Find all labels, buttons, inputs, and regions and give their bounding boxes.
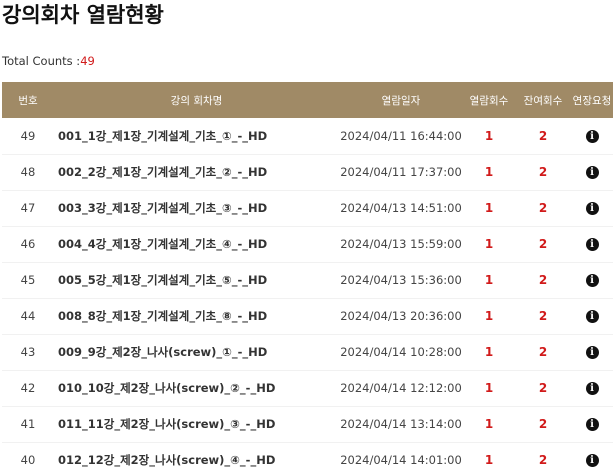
info-circle-icon[interactable]: i — [585, 382, 599, 395]
extension-request-cell: i — [571, 370, 613, 406]
remaining-count: 2 — [538, 201, 548, 215]
view-date: 2024/04/14 10:28:00 — [340, 345, 462, 359]
row-number: 43 — [20, 345, 36, 359]
table-row: 48 002_2강_제1장_기계설계_기초_②_-_HD 2024/04/11 17… — [2, 154, 613, 190]
extension-request-cell: i — [571, 334, 613, 370]
view-count: 1 — [484, 165, 494, 179]
row-number: 46 — [20, 237, 36, 251]
view-date: 2024/04/13 20:36:00 — [340, 309, 462, 323]
session-name: 010_10강_제2장_나사(screw)_②_-_HD — [58, 381, 276, 395]
view-count: 1 — [484, 453, 494, 467]
remaining-count: 2 — [538, 345, 548, 359]
page-title: 강의회차 열람현황 — [2, 3, 164, 27]
row-number: 49 — [20, 128, 36, 143]
col-header-extension-request: 연장요청 — [572, 94, 612, 107]
view-count: 1 — [484, 417, 494, 431]
session-name: 011_11강_제2장_나사(screw)_③_-_HD — [58, 417, 276, 431]
view-count: 1 — [484, 345, 494, 359]
view-date: 2024/04/13 15:36:00 — [340, 273, 462, 287]
row-number: 45 — [20, 273, 36, 287]
info-circle-icon[interactable]: i — [585, 346, 599, 359]
row-number: 48 — [20, 165, 36, 179]
table-row: 49 001_1강_제1장_기계설계_기초_①_-_HD 2024/04/11 16… — [2, 118, 613, 154]
page: 강의회차 열람현황 Total Counts :49 번호 강의 회차명 열람일… — [0, 0, 613, 472]
info-circle-icon[interactable]: i — [585, 202, 599, 215]
extension-request-cell: i — [571, 190, 613, 226]
table-row: 41 011_11강_제2장_나사(screw)_③_-_HD 2024/04/14… — [2, 406, 613, 442]
view-date: 2024/04/14 13:14:00 — [340, 417, 462, 431]
info-circle-icon[interactable]: i — [585, 310, 599, 323]
info-circle-icon[interactable]: i — [585, 274, 599, 287]
session-name: 002_2강_제1장_기계설계_기초_②_-_HD — [58, 165, 268, 179]
info-circle-icon[interactable]: i — [585, 418, 599, 431]
session-name: 003_3강_제1장_기계설계_기초_③_-_HD — [58, 201, 268, 215]
extension-request-cell: i — [571, 118, 613, 154]
extension-request-cell: i — [571, 442, 613, 472]
col-header-view-count: 열람회수 — [469, 94, 509, 107]
view-count: 1 — [484, 381, 494, 395]
info-circle-icon[interactable]: i — [585, 454, 599, 467]
table-row: 47 003_3강_제1장_기계설계_기초_③_-_HD 2024/04/13 14… — [2, 190, 613, 226]
row-number: 42 — [20, 381, 36, 395]
remaining-count: 2 — [538, 417, 548, 431]
extension-request-cell: i — [571, 154, 613, 190]
view-count: 1 — [484, 201, 494, 215]
info-circle-icon[interactable]: i — [585, 238, 599, 251]
row-number: 47 — [20, 201, 36, 215]
col-header-view-date: 열람일자 — [381, 94, 421, 107]
row-number: 40 — [20, 453, 36, 467]
table-row: 44 008_8강_제1장_기계설계_기초_⑧_-_HD 2024/04/13 20… — [2, 298, 613, 334]
info-circle-icon[interactable]: i — [585, 166, 599, 179]
col-header-session-name: 강의 회차명 — [170, 94, 223, 107]
extension-request-cell: i — [571, 406, 613, 442]
session-name: 004_4강_제1장_기계설계_기초_④_-_HD — [58, 237, 268, 251]
view-date: 2024/04/13 15:59:00 — [340, 237, 462, 251]
table-header: 번호 강의 회차명 열람일자 열람회수 잔여회수 연장요청 — [2, 82, 613, 118]
view-date: 2024/04/11 16:44:00 — [340, 128, 462, 143]
remaining-count: 2 — [538, 273, 548, 287]
row-number: 41 — [20, 417, 36, 431]
table-row: 43 009_9강_제2장_나사(screw)_①_-_HD 2024/04/14 … — [2, 334, 613, 370]
extension-request-cell: i — [571, 262, 613, 298]
session-table-wrapper: 번호 강의 회차명 열람일자 열람회수 잔여회수 연장요청 49 001_1강_제… — [2, 82, 613, 472]
view-date: 2024/04/11 17:37:00 — [340, 165, 462, 179]
session-name: 012_12강_제2장_나사(screw)_④_-_HD — [58, 453, 276, 467]
remaining-count: 2 — [538, 309, 548, 323]
total-counts-label: Total Counts : — [2, 54, 81, 68]
col-header-remaining-count: 잔여회수 — [523, 94, 563, 107]
remaining-count: 2 — [538, 165, 548, 179]
col-header-number: 번호 — [18, 94, 38, 107]
table-row: 45 005_5강_제1장_기계설계_기초_⑤_-_HD 2024/04/13 15… — [2, 262, 613, 298]
session-name: 008_8강_제1장_기계설계_기초_⑧_-_HD — [58, 309, 268, 323]
total-counts-value: 49 — [80, 54, 95, 68]
view-date: 2024/04/13 14:51:00 — [340, 201, 462, 215]
table-row: 46 004_4강_제1장_기계설계_기초_④_-_HD 2024/04/13 15… — [2, 226, 613, 262]
session-name: 001_1강_제1장_기계설계_기초_①_-_HD — [58, 128, 268, 143]
view-count: 1 — [484, 128, 494, 143]
table-row: 42 010_10강_제2장_나사(screw)_②_-_HD 2024/04/14… — [2, 370, 613, 406]
view-count: 1 — [484, 273, 494, 287]
session-view-table: 번호 강의 회차명 열람일자 열람회수 잔여회수 연장요청 49 001_1강_제… — [2, 82, 613, 472]
extension-request-cell: i — [571, 226, 613, 262]
view-date: 2024/04/14 12:12:00 — [340, 381, 462, 395]
table-body: 49 001_1강_제1장_기계설계_기초_①_-_HD 2024/04/11 16… — [2, 118, 613, 472]
view-date: 2024/04/14 14:01:00 — [340, 453, 462, 467]
table-row: 40 012_12강_제2장_나사(screw)_④_-_HD 2024/04/14… — [2, 442, 613, 472]
total-counts: Total Counts :49 — [2, 54, 95, 68]
remaining-count: 2 — [538, 381, 548, 395]
remaining-count: 2 — [538, 128, 548, 143]
view-count: 1 — [484, 237, 494, 251]
row-number: 44 — [20, 309, 36, 323]
session-name: 005_5강_제1장_기계설계_기초_⑤_-_HD — [58, 273, 268, 287]
remaining-count: 2 — [538, 453, 548, 467]
view-count: 1 — [484, 309, 494, 323]
session-name: 009_9강_제2장_나사(screw)_①_-_HD — [58, 345, 268, 359]
table-header-row: 번호 강의 회차명 열람일자 열람회수 잔여회수 연장요청 — [2, 82, 613, 118]
remaining-count: 2 — [538, 237, 548, 251]
extension-request-cell: i — [571, 298, 613, 334]
info-circle-icon[interactable]: i — [585, 129, 599, 143]
